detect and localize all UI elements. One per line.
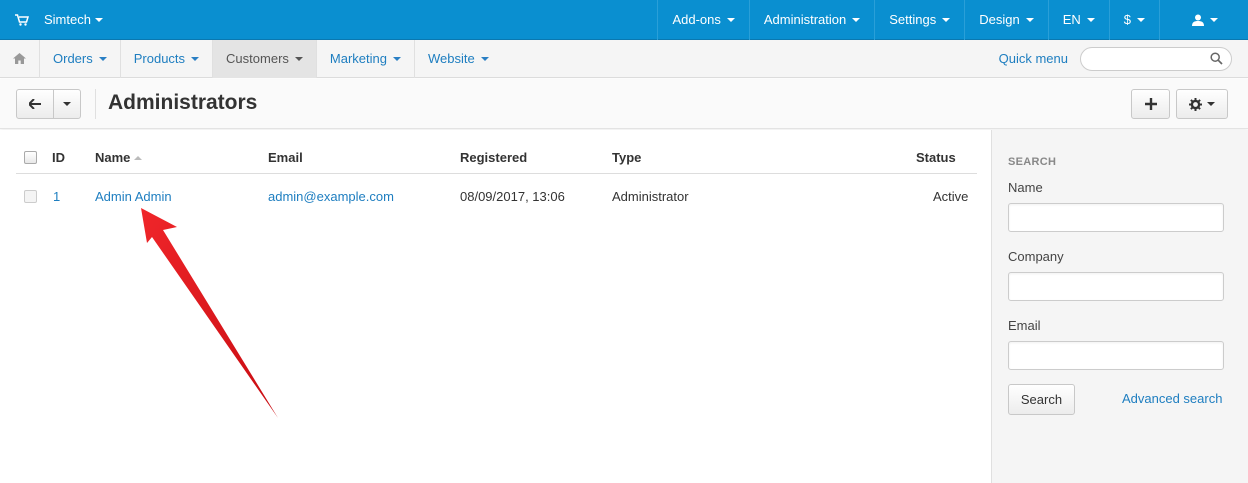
nav-customers-label: Customers [226,51,289,66]
company-field-label: Company [1008,249,1064,264]
topnav-settings[interactable]: Settings [874,0,964,40]
table-header: ID Name Email Registered Type Status [16,142,977,174]
currency-label: $ [1123,12,1131,27]
sidebar-title: SEARCH [1008,156,1057,168]
administrators-table: ID Name Email Registered Type Status 1 A… [0,130,991,483]
user-menu[interactable] [1159,0,1248,40]
home-icon[interactable] [0,39,40,78]
chevron-down-icon [1025,17,1034,22]
back-button[interactable] [16,89,54,119]
currency-selector[interactable]: $ [1108,0,1159,40]
row-email-link[interactable]: admin@example.com [268,174,394,218]
nav-customers[interactable]: Customers [213,39,317,78]
row-id[interactable]: 1 [53,174,60,218]
row-name-link[interactable]: Admin Admin [95,174,172,218]
row-registered: 08/09/2017, 13:06 [460,188,565,204]
row-type: Administrator [612,188,689,204]
row-status[interactable]: Active [933,174,968,218]
column-header-status[interactable]: Status [916,142,956,173]
advanced-search-link[interactable]: Advanced search [1122,391,1222,406]
column-header-type[interactable]: Type [612,142,641,173]
topnav-settings-label: Settings [889,12,937,27]
main-navigation: Orders Products Customers Marketing Webs… [0,39,1248,78]
chevron-down-icon [1207,102,1215,106]
search-icon[interactable] [1210,51,1223,65]
sort-ascending-icon [134,155,143,160]
storefront-name: Simtech [44,12,91,27]
topnav-administration[interactable]: Administration [748,0,874,40]
topnav-design[interactable]: Design [964,0,1047,40]
gear-icon [1189,97,1202,111]
chevron-down-icon [94,17,103,22]
column-header-id[interactable]: ID [52,142,65,173]
chevron-down-icon [1137,17,1145,22]
storefront-selector[interactable]: Simtech [44,0,103,40]
email-field[interactable] [1008,341,1224,370]
nav-website[interactable]: Website [415,40,502,78]
column-header-name-label: Name [95,150,131,165]
nav-website-label: Website [427,51,475,66]
history-dropdown-button[interactable] [53,89,81,119]
select-all-checkbox[interactable] [24,151,37,164]
settings-dropdown-button[interactable] [1176,89,1228,119]
name-field-label: Name [1008,180,1043,195]
quick-search-input[interactable] [1080,46,1232,71]
chevron-down-icon [942,17,951,22]
search-sidebar: SEARCH Name Company Email Search Advance… [991,130,1248,483]
chevron-down-icon [726,17,735,22]
chevron-down-icon [480,56,489,61]
arrow-left-icon [29,99,41,109]
column-header-name[interactable]: Name [95,142,143,173]
row-checkbox[interactable] [24,189,37,203]
column-header-registered[interactable]: Registered [460,142,527,173]
nav-orders[interactable]: Orders [40,39,121,78]
nav-products-label: Products [133,51,186,66]
nav-products[interactable]: Products [121,39,214,78]
nav-marketing-label: Marketing [329,51,387,66]
nav-orders-label: Orders [53,51,93,66]
topnav-addons-label: Add-ons [672,12,721,27]
chevron-down-icon [1210,17,1218,22]
nav-marketing[interactable]: Marketing [317,39,415,78]
language-selector[interactable]: EN [1047,0,1109,40]
chevron-down-icon [1086,17,1095,22]
chevron-down-icon [294,56,303,61]
topnav-design-label: Design [979,12,1020,27]
divider [95,89,96,119]
language-label: EN [1062,12,1081,27]
table-row: 1 Admin Admin admin@example.com 08/09/20… [16,174,977,218]
page-title: Administrators [108,91,258,114]
name-field[interactable] [1008,203,1224,232]
cart-icon[interactable] [0,0,44,40]
plus-icon [1144,98,1157,110]
add-administrator-button[interactable] [1131,89,1170,119]
page-header: Administrators [0,79,1248,129]
chevron-down-icon [191,56,200,61]
search-button[interactable]: Search [1008,384,1075,415]
user-icon [1192,14,1204,26]
company-field[interactable] [1008,272,1224,301]
chevron-down-icon [392,56,401,61]
email-field-label: Email [1008,318,1041,333]
top-bar: Simtech Add-ons Administration Settings … [0,0,1248,40]
chevron-down-icon [63,102,71,106]
topnav-administration-label: Administration [763,12,847,27]
quick-menu-link[interactable]: Quick menu [999,51,1068,66]
topnav-addons[interactable]: Add-ons [657,0,748,40]
chevron-down-icon [852,17,861,22]
chevron-down-icon [98,56,107,61]
column-header-email[interactable]: Email [268,142,303,173]
